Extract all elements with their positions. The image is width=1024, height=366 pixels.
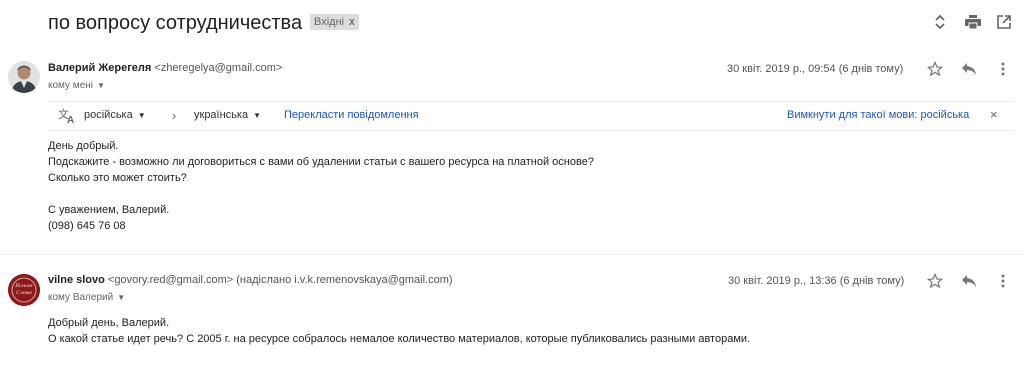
message-body: Добрый день, Валерий. О какой статье иде… bbox=[48, 315, 750, 347]
recipient-line[interactable]: кому Валерий ▼ bbox=[48, 292, 125, 303]
print-icon[interactable] bbox=[963, 12, 983, 32]
reply-icon[interactable] bbox=[959, 59, 979, 79]
reply-icon[interactable] bbox=[959, 271, 979, 291]
recipient-text: кому Валерий bbox=[48, 292, 114, 303]
star-icon[interactable] bbox=[925, 59, 945, 79]
unfold-icon[interactable] bbox=[930, 12, 950, 32]
inbox-label-chip[interactable]: Вхідні x bbox=[310, 14, 359, 30]
chevron-down-icon: ▼ bbox=[253, 111, 262, 120]
more-vert-icon[interactable] bbox=[993, 59, 1013, 79]
source-language: російська bbox=[84, 109, 133, 121]
disable-translation-link[interactable]: Вимкнути для такої мови: російська bbox=[787, 109, 969, 121]
message-body: День добрый. Подскажите - возможно ли до… bbox=[48, 138, 594, 234]
translate-bar-top-divider bbox=[48, 101, 1014, 102]
body-line: (098) 645 76 08 bbox=[48, 220, 126, 232]
body-line bbox=[48, 186, 594, 202]
more-vert-icon[interactable] bbox=[993, 271, 1013, 291]
remove-label-button[interactable]: x bbox=[349, 16, 355, 28]
target-language: українська bbox=[194, 109, 249, 121]
body-line: Добрый день, Валерий. bbox=[48, 317, 170, 329]
sender-line: vilne slovo <govory.red@gmail.com> (наді… bbox=[48, 274, 453, 286]
sender-line: Валерий Жерегеля <zheregelya@gmail.com> bbox=[48, 62, 282, 74]
translate-icon: 文A bbox=[58, 107, 76, 126]
source-language-select[interactable]: російська ▼ bbox=[84, 109, 146, 121]
recipient-line[interactable]: кому мені ▼ bbox=[48, 80, 105, 91]
sender-email: <zheregelya@gmail.com> bbox=[154, 62, 283, 74]
close-icon[interactable]: × bbox=[990, 107, 998, 122]
target-language-select[interactable]: українська ▼ bbox=[194, 109, 261, 121]
svg-text:A: A bbox=[67, 115, 74, 124]
chevron-down-icon[interactable]: ▼ bbox=[117, 293, 125, 302]
open-in-new-icon[interactable] bbox=[994, 12, 1014, 32]
body-line: С уважением, Валерий. bbox=[48, 204, 170, 216]
sender-name[interactable]: vilne slovo bbox=[48, 274, 105, 286]
message-date: 30 квіт. 2019 р., 09:54 (6 днів тому) bbox=[727, 63, 904, 75]
recipient-text: кому мені bbox=[48, 80, 93, 91]
star-icon[interactable] bbox=[925, 271, 945, 291]
sender-email: <govory.red@gmail.com> (надіслано i.v.k.… bbox=[107, 274, 453, 286]
thread-subject: по вопросу сотрудничества bbox=[48, 12, 303, 34]
sender-avatar[interactable]: Вільне Слово bbox=[8, 274, 40, 306]
message-divider bbox=[0, 254, 1024, 255]
chevron-down-icon: ▼ bbox=[137, 111, 146, 120]
chevron-down-icon[interactable]: ▼ bbox=[97, 81, 105, 90]
label-text: Вхідні bbox=[314, 16, 345, 28]
avatar-logo-text: Вільне Слово bbox=[15, 283, 33, 296]
translate-message-link[interactable]: Перекласти повідомлення bbox=[284, 109, 419, 121]
translate-bar-bottom-divider bbox=[48, 130, 1014, 131]
body-line: Подскажите - возможно ли договориться с … bbox=[48, 156, 594, 168]
sender-avatar[interactable] bbox=[8, 61, 40, 93]
message-date: 30 квіт. 2019 р., 13:36 (6 днів тому) bbox=[728, 275, 905, 287]
chevron-right-icon: › bbox=[172, 108, 177, 123]
sender-name[interactable]: Валерий Жерегеля bbox=[48, 62, 151, 74]
body-line: Сколько это может стоить? bbox=[48, 172, 187, 184]
body-line: О какой статье идет речь? С 2005 г. на р… bbox=[48, 333, 751, 345]
body-line: День добрый. bbox=[48, 140, 119, 152]
